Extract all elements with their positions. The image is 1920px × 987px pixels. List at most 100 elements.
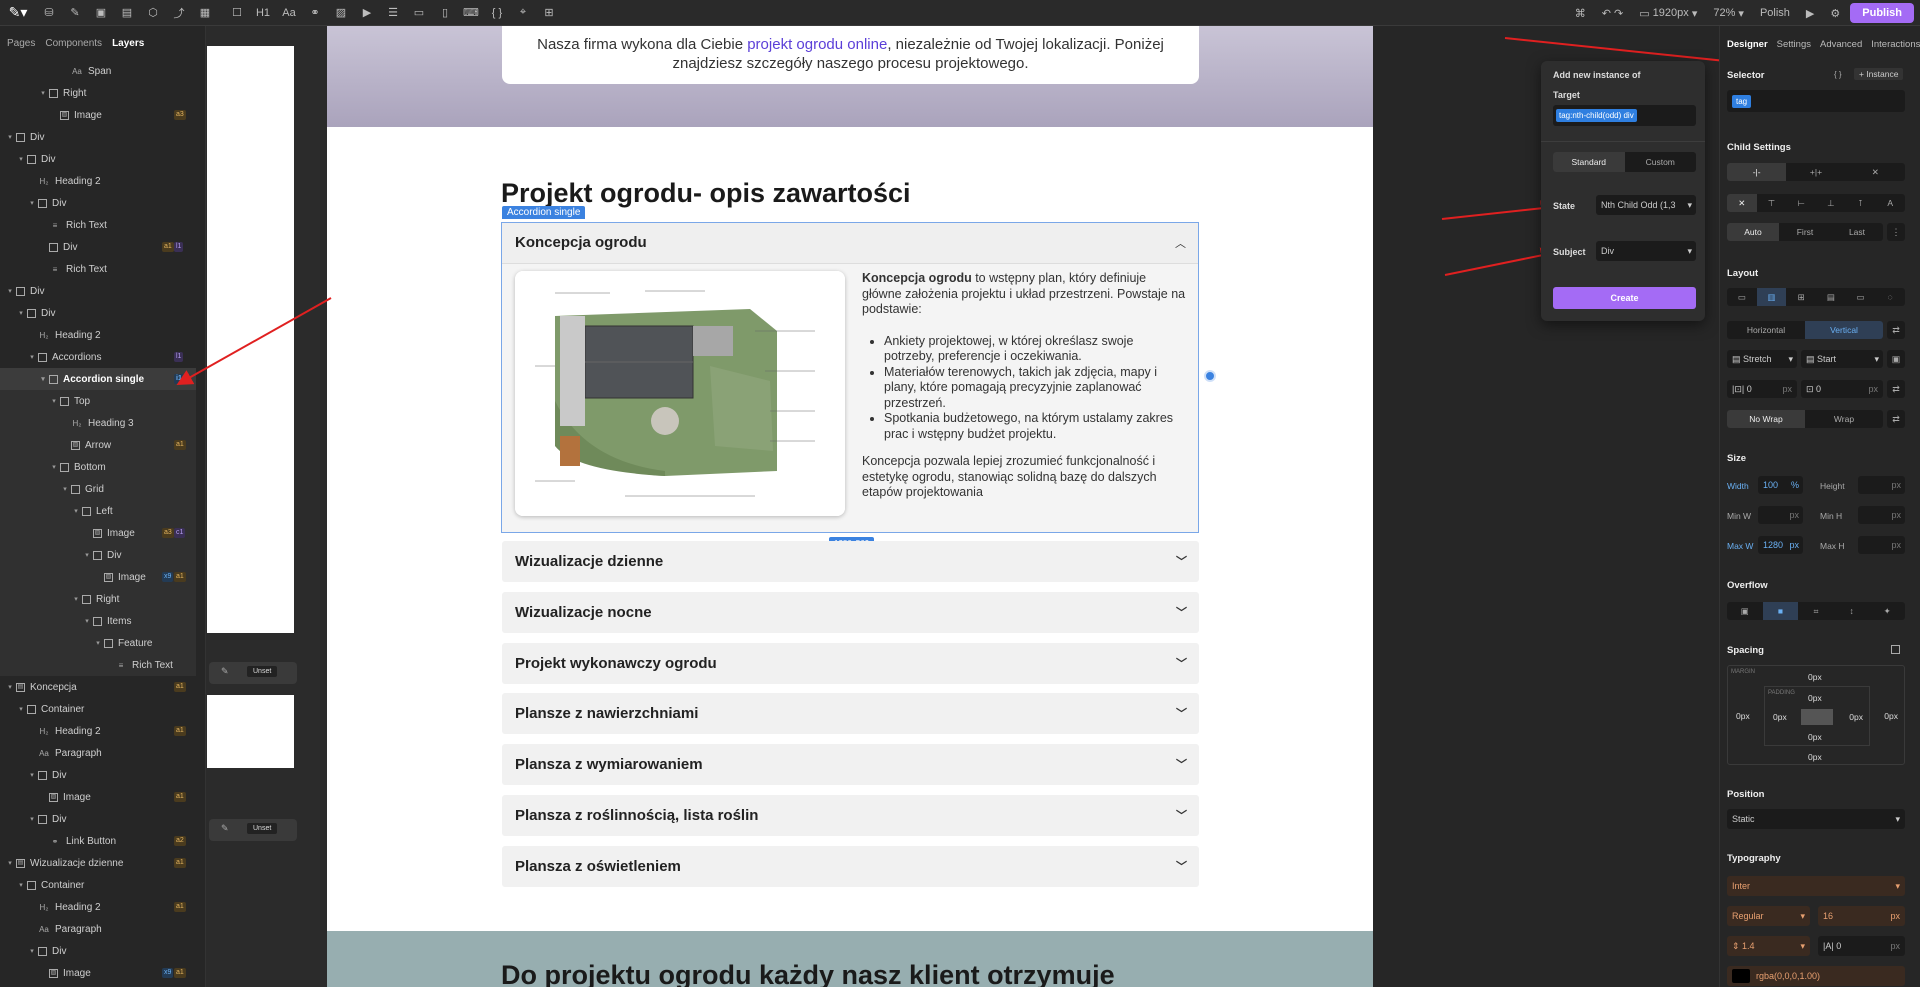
unit-label: px <box>1868 384 1878 394</box>
add-instance-button[interactable]: + Instance <box>1854 68 1904 80</box>
child-inside-icon[interactable]: -|- <box>1727 163 1787 181</box>
wrap-option[interactable]: Wrap <box>1805 410 1883 428</box>
custom-option[interactable]: Custom <box>1625 152 1697 172</box>
flex-column-icon[interactable]: ▥ <box>1756 288 1787 306</box>
text-color-input[interactable]: rgba(0,0,0,1.00) <box>1727 966 1905 986</box>
font-size-input[interactable]: 16 px <box>1818 906 1905 926</box>
tab-designer[interactable]: Designer <box>1727 39 1768 50</box>
child-none-icon[interactable]: ✕ <box>1846 163 1905 181</box>
standard-option[interactable]: Standard <box>1553 152 1625 172</box>
wrap-toggle[interactable]: No Wrap Wrap <box>1727 410 1883 428</box>
hidden-icon[interactable]: ◌ <box>1875 288 1905 306</box>
column-gap-input[interactable]: |⊡| 0 px <box>1727 380 1797 398</box>
display-toggle[interactable]: ▭ ▥ ⊞ ▤ ▭ ◌ <box>1727 288 1905 306</box>
subject-label: Subject <box>1553 247 1586 257</box>
maxw-input[interactable]: 1280 px <box>1758 536 1803 554</box>
scroll-icon[interactable]: ⌗ <box>1798 602 1834 620</box>
tab-interactions[interactable]: Interactions <box>1871 39 1920 50</box>
align-baseline-icon[interactable]: A <box>1875 194 1905 212</box>
mode-toggle[interactable]: Standard Custom <box>1553 152 1696 172</box>
subject-value: Div <box>1601 246 1614 256</box>
justify-icon: ▤ <box>1806 353 1818 364</box>
direction-toggle[interactable]: Horizontal Vertical <box>1727 321 1883 339</box>
chevron-down-icon: ▾ <box>1800 910 1805 921</box>
line-height-input[interactable]: ⇕ 1.4 ▾ <box>1727 936 1810 956</box>
nowrap-option[interactable]: No Wrap <box>1727 410 1805 428</box>
padding-bottom[interactable]: 0px <box>1808 732 1822 742</box>
vertical-option[interactable]: Vertical <box>1805 321 1883 339</box>
tab-advanced[interactable]: Advanced <box>1820 39 1862 50</box>
letter-spacing-value: 0 <box>1836 941 1842 951</box>
selector-input[interactable]: tag <box>1727 90 1905 112</box>
right-panel: Designer Settings Advanced Interactions … <box>1719 26 1920 987</box>
minw-input[interactable]: px <box>1758 506 1803 524</box>
letter-spacing-input[interactable]: |A| 0 px <box>1818 936 1905 956</box>
grid-icon[interactable]: ⊞ <box>1786 288 1816 306</box>
minh-input[interactable]: px <box>1858 506 1905 524</box>
tab-settings[interactable]: Settings <box>1777 39 1811 50</box>
flex-row-icon[interactable]: ▤ <box>1816 288 1846 306</box>
margin-top[interactable]: 0px <box>1808 672 1822 682</box>
align-select[interactable]: ▤ Stretch ▾ <box>1727 350 1797 368</box>
clip-icon[interactable]: ✦ <box>1869 602 1905 620</box>
padding-top[interactable]: 0px <box>1808 693 1822 703</box>
first-option[interactable]: First <box>1779 223 1831 241</box>
overflow-toggle[interactable]: ▣ ■ ⌗ ↕ ✦ <box>1727 602 1905 620</box>
reverse-icon[interactable]: ⇄ <box>1887 321 1905 339</box>
font-family-select[interactable]: Inter ▾ <box>1727 876 1905 896</box>
chevron-down-icon: ▾ <box>1895 813 1900 824</box>
justify-value: Start <box>1817 354 1837 364</box>
content-box <box>1801 709 1833 725</box>
wrap-reverse-icon[interactable]: ⇄ <box>1887 410 1905 428</box>
app-root: ✎▾ ⛁ ✎ ▣ ▤ ⬡ ⤴ ▦ ☐ H1 Aa ⚭ ▨ ▶ ☰ ▭ ▯ ⌨ {… <box>0 0 1920 987</box>
row-gap-input[interactable]: ⊡ 0 px <box>1801 380 1883 398</box>
line-height-icon: ⇕ <box>1732 940 1743 951</box>
last-option[interactable]: Last <box>1831 223 1883 241</box>
code-icon[interactable]: { } <box>1834 70 1842 79</box>
child-between-icon[interactable]: +|+ <box>1786 163 1845 181</box>
margin-right[interactable]: 0px <box>1884 711 1898 721</box>
chevron-down-icon: ▾ <box>1687 199 1692 210</box>
align-middle-icon[interactable]: ⊢ <box>1786 194 1816 212</box>
maxh-input[interactable]: px <box>1858 536 1905 554</box>
margin-bottom[interactable]: 0px <box>1808 752 1822 762</box>
weight-value: Regular <box>1732 911 1764 921</box>
align-stretch-icon[interactable]: ⊺ <box>1846 194 1876 212</box>
auto-icon[interactable]: ↕ <box>1834 602 1870 620</box>
add-instance-popover: Add new instance of Target tag:nth-child… <box>1541 61 1705 321</box>
padding-right[interactable]: 0px <box>1849 712 1863 722</box>
margin-left[interactable]: 0px <box>1736 711 1750 721</box>
horizontal-option[interactable]: Horizontal <box>1727 321 1805 339</box>
width-value: 100 <box>1763 480 1779 490</box>
unit-label: px <box>1782 384 1792 394</box>
state-select[interactable]: Nth Child Odd (1,3 ▾ <box>1596 195 1696 215</box>
align-bottom-icon[interactable]: ⊥ <box>1816 194 1846 212</box>
maxh-label: Max H <box>1820 541 1845 551</box>
child-align-toggle[interactable]: ✕ ⊤ ⊢ ⊥ ⊺ A <box>1727 194 1905 212</box>
font-weight-select[interactable]: Regular ▾ <box>1727 906 1810 926</box>
inline-icon[interactable]: ▭ <box>1846 288 1876 306</box>
more-icon[interactable]: ⋮ <box>1887 223 1905 241</box>
child-position-toggle[interactable]: Auto First Last <box>1727 223 1883 241</box>
padding-left[interactable]: 0px <box>1773 712 1787 722</box>
target-field[interactable]: tag:nth-child(odd) div <box>1553 105 1696 126</box>
hidden-icon[interactable]: ■ <box>1762 602 1799 620</box>
close-icon[interactable]: ✕ <box>1727 194 1757 212</box>
create-button[interactable]: Create <box>1553 287 1696 309</box>
child-mode-toggle[interactable]: -|- +|+ ✕ <box>1727 163 1905 181</box>
block-icon[interactable]: ▭ <box>1727 288 1757 306</box>
position-select[interactable]: Static ▾ <box>1727 809 1905 829</box>
line-height-value: 1.4 <box>1742 941 1755 951</box>
width-input[interactable]: 100% <box>1758 476 1803 494</box>
subject-select[interactable]: Div ▾ <box>1596 241 1696 261</box>
link-gaps-icon[interactable]: ⇄ <box>1887 380 1905 398</box>
align-self-icon[interactable]: ▣ <box>1887 350 1905 368</box>
spacing-mode-icon[interactable] <box>1891 645 1900 654</box>
height-input[interactable]: px <box>1858 476 1905 494</box>
color-swatch[interactable] <box>1732 969 1750 983</box>
justify-select[interactable]: ▤ Start ▾ <box>1801 350 1883 368</box>
visible-icon[interactable]: ▣ <box>1727 602 1763 620</box>
layout-heading: Layout <box>1727 268 1759 279</box>
auto-option[interactable]: Auto <box>1727 223 1779 241</box>
align-top-icon[interactable]: ⊤ <box>1757 194 1787 212</box>
